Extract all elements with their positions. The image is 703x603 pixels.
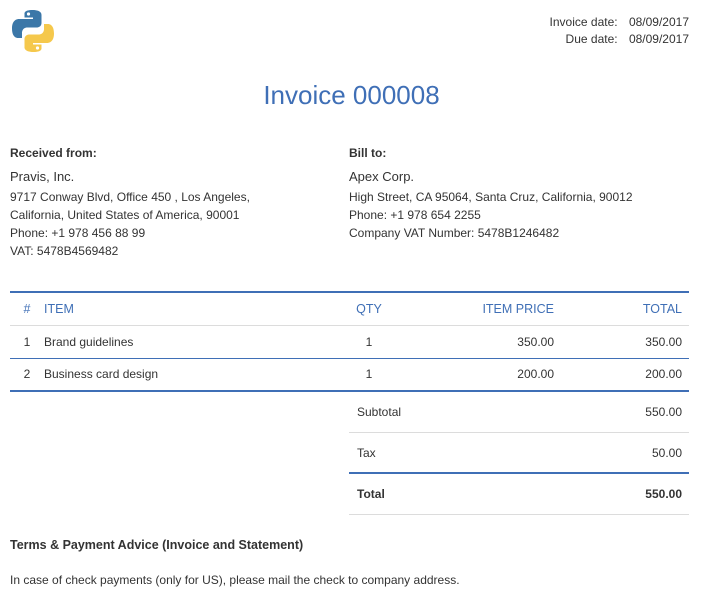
due-date-label: Due date: [565, 32, 618, 46]
total-value: 550.00 [645, 487, 682, 501]
sender-vat: VAT: 5478B4569482 [10, 244, 119, 258]
totals-summary: Subtotal 550.00 Tax 50.00 Total 550.00 [349, 392, 689, 515]
total-row: Total 550.00 [349, 474, 689, 515]
sender-name: Pravis, Inc. [10, 169, 75, 184]
invoice-dates: Invoice date: 08/09/2017 Due date: 08/09… [550, 14, 689, 48]
sender-address-line1: 9717 Conway Blvd, Office 450 , Los Angel… [10, 190, 250, 204]
invoice-title: Invoice 000008 [263, 80, 440, 110]
row-total: 350.00 [645, 334, 682, 349]
table-row: 2 Business card design 1 200.00 200.00 [10, 358, 689, 391]
invoice-date-value: 08/09/2017 [628, 15, 689, 29]
row-num: 2 [23, 367, 31, 382]
header-qty: QTY [356, 301, 382, 316]
row-price: 200.00 [517, 367, 554, 382]
items-table-header: # ITEM QTY ITEM PRICE TOTAL [10, 292, 689, 325]
row-num: 1 [23, 334, 31, 349]
bill-to-heading: Bill to: [349, 146, 387, 160]
subtotal-row: Subtotal 550.00 [349, 392, 689, 433]
tax-value: 50.00 [651, 445, 682, 460]
client-address: High Street, CA 95064, Santa Cruz, Calif… [349, 190, 633, 204]
client-phone: Phone: +1 978 654 2255 [349, 208, 481, 222]
due-date-value: 08/09/2017 [628, 32, 689, 46]
row-qty: 1 [365, 367, 373, 382]
sender-address-line2: California, United States of America, 90… [10, 208, 240, 222]
header-item-price: ITEM PRICE [482, 301, 554, 316]
terms-heading: Terms & Payment Advice (Invoice and Stat… [10, 538, 304, 552]
row-price: 350.00 [517, 334, 554, 349]
row-item: Brand guidelines [44, 334, 134, 349]
tax-label: Tax [357, 445, 376, 460]
received-from-block: Received from: Pravis, Inc. 9717 Conway … [10, 144, 330, 260]
python-logo-icon [12, 10, 54, 52]
items-table: # ITEM QTY ITEM PRICE TOTAL 1 Brand guid… [10, 291, 689, 392]
total-label: Total [357, 487, 385, 501]
header-num: # [23, 301, 31, 316]
invoice-date-label: Invoice date: [549, 15, 618, 29]
subtotal-label: Subtotal [357, 405, 402, 419]
client-vat: Company VAT Number: 5478B1246482 [349, 226, 560, 240]
table-row: 1 Brand guidelines 1 350.00 350.00 [10, 325, 689, 358]
header-item: ITEM [44, 301, 74, 316]
client-name: Apex Corp. [349, 169, 415, 184]
row-qty: 1 [365, 334, 373, 349]
terms-text: In case of check payments (only for US),… [10, 573, 460, 587]
row-total: 200.00 [645, 367, 682, 382]
header-total: TOTAL [642, 301, 682, 316]
row-item: Business card design [44, 367, 159, 382]
bill-to-block: Bill to: Apex Corp. High Street, CA 9506… [349, 144, 694, 242]
tax-row: Tax 50.00 [349, 433, 689, 474]
subtotal-value: 550.00 [645, 405, 682, 419]
sender-phone: Phone: +1 978 456 88 99 [10, 226, 146, 240]
received-from-heading: Received from: [10, 146, 97, 160]
